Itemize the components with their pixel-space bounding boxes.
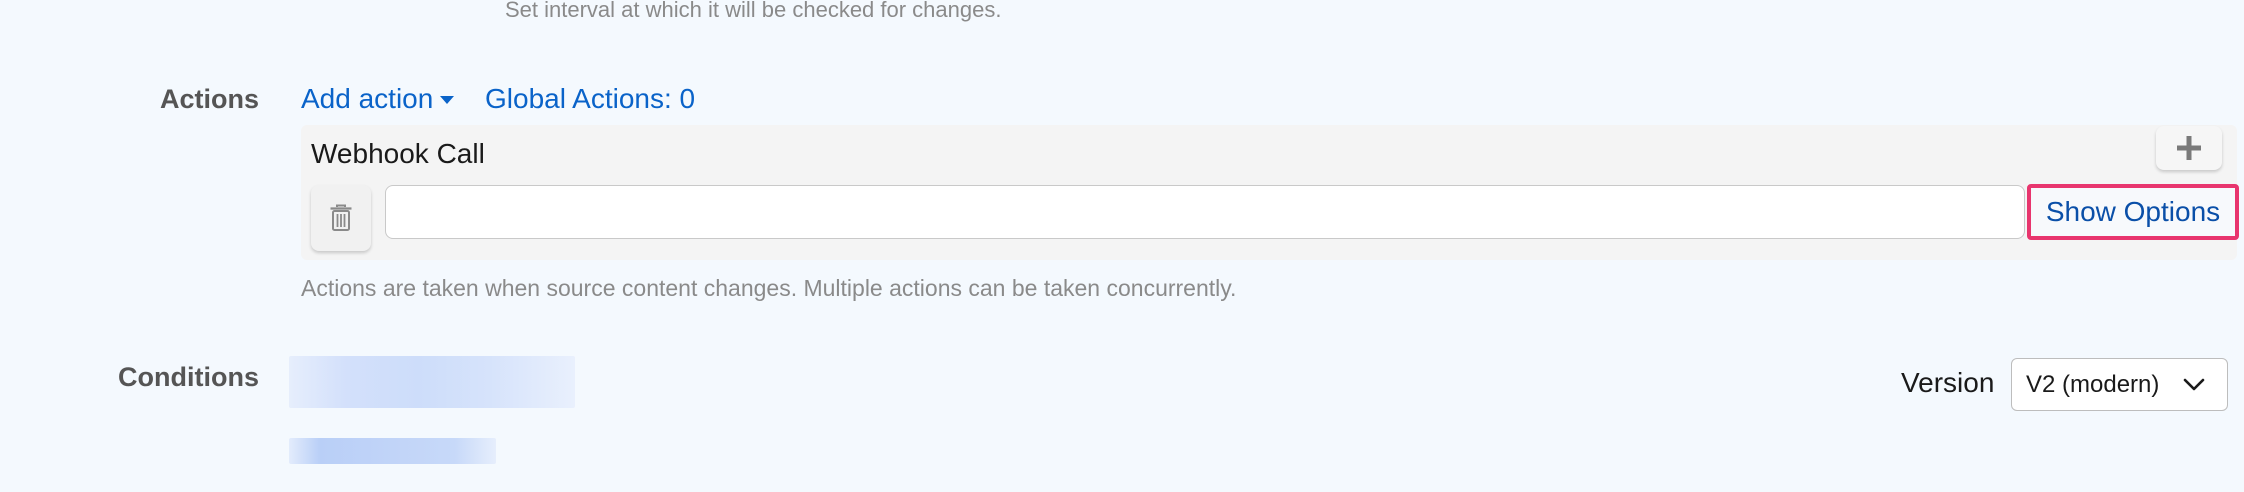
- version-label: Version: [1901, 367, 1995, 398]
- actions-label: Actions: [159, 84, 259, 114]
- version-selected-value: V2 (modern): [2026, 370, 2160, 398]
- webhook-url-input[interactable]: [385, 185, 2025, 239]
- add-webhook-button[interactable]: [2156, 126, 2222, 170]
- conditions-label: Conditions: [118, 362, 259, 392]
- redacted-content: [289, 356, 575, 408]
- delete-action-button[interactable]: [311, 185, 371, 251]
- caret-down-icon: [440, 96, 455, 104]
- version-select[interactable]: V2 (modern): [2011, 358, 2228, 411]
- webhook-action-title: Webhook Call: [311, 138, 485, 169]
- show-options-button[interactable]: Show Options: [2027, 184, 2239, 240]
- add-action-label: Add action: [301, 83, 434, 114]
- chevron-down-icon: [2183, 378, 2205, 391]
- interval-hint: Set interval at which it will be checked…: [505, 0, 1002, 22]
- plus-icon: [2177, 136, 2201, 160]
- trash-icon: [330, 204, 352, 231]
- redacted-content: [289, 438, 496, 464]
- actions-hint: Actions are taken when source content ch…: [301, 275, 1237, 301]
- add-action-dropdown[interactable]: Add action: [301, 83, 455, 115]
- global-actions-link[interactable]: Global Actions: 0: [485, 83, 695, 115]
